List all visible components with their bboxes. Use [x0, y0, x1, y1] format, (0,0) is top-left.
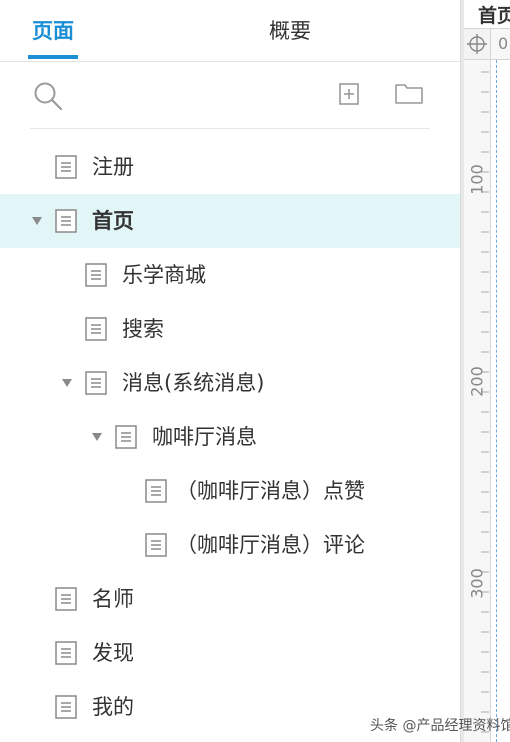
ruler-corner[interactable] — [464, 29, 491, 60]
page-icon — [85, 371, 107, 395]
ruler-top: 0 — [491, 29, 510, 60]
page-icon — [85, 263, 107, 287]
add-folder-icon — [395, 84, 423, 104]
tree-item-label: 首页 — [92, 209, 134, 233]
tree-item-label: （咖啡厅消息）点赞 — [176, 479, 365, 503]
tree-item-label: 搜索 — [122, 317, 164, 341]
tree-item-mall[interactable]: 乐学商城 — [0, 248, 460, 302]
search-icon — [34, 82, 63, 111]
caret-down-icon[interactable] — [91, 431, 103, 443]
panel-tabs: 页面 概要 — [0, 0, 460, 62]
page-icon — [55, 155, 77, 179]
add-folder-button[interactable] — [394, 81, 424, 105]
pages-panel: 页面 概要 注册 首页 乐学商城 搜索 消息(系统消息) 咖啡厅消息 （咖啡厅消… — [0, 0, 460, 742]
ruler-mark-300: 300 — [467, 568, 487, 599]
toolbar-divider — [30, 128, 430, 129]
tree-item-home[interactable]: 首页 — [0, 194, 460, 248]
pages-toolbar — [0, 62, 460, 130]
page-icon — [145, 479, 167, 503]
active-tab-indicator — [28, 55, 78, 59]
add-page-button[interactable] — [337, 82, 361, 106]
tree-item-cafe-comments[interactable]: （咖啡厅消息）评论 — [0, 518, 460, 572]
tree-item-label: 名师 — [92, 587, 134, 611]
guide-line — [496, 60, 497, 742]
tree-item-label: 咖啡厅消息 — [152, 425, 257, 449]
crosshair-icon — [467, 34, 487, 54]
tree-item-label: 我的 — [92, 695, 134, 719]
ruler-top-label: 0 — [498, 34, 509, 53]
tree-item-messages[interactable]: 消息(系统消息) — [0, 356, 460, 410]
page-icon — [55, 587, 77, 611]
tab-overview[interactable]: 概要 — [240, 0, 340, 60]
tree-item-teachers[interactable]: 名师 — [0, 572, 460, 626]
canvas-tab[interactable]: 首页 — [464, 0, 510, 29]
page-icon — [55, 209, 77, 233]
caret-down-icon[interactable] — [61, 377, 73, 389]
page-icon — [55, 641, 77, 665]
tree-item-cafe-messages[interactable]: 咖啡厅消息 — [0, 410, 460, 464]
ruler-mark-200: 200 — [467, 366, 487, 397]
tree-item-search[interactable]: 搜索 — [0, 302, 460, 356]
tree-item-cafe-likes[interactable]: （咖啡厅消息）点赞 — [0, 464, 460, 518]
search-button[interactable] — [32, 80, 66, 114]
ruler-mark-100: 100 — [467, 164, 487, 195]
page-icon — [115, 425, 137, 449]
canvas-tab-label: 首页 — [478, 5, 510, 27]
caret-down-icon[interactable] — [31, 215, 43, 227]
watermark: 头条 @产品经理资料馆 — [370, 718, 510, 734]
tree-item-label: 注册 — [92, 155, 134, 179]
tree-item-label: 发现 — [92, 641, 134, 665]
tree-item-label: （咖啡厅消息）评论 — [176, 533, 365, 557]
tree-item-register[interactable]: 注册 — [0, 140, 460, 194]
tree-item-discover[interactable]: 发现 — [0, 626, 460, 680]
tree-item-label: 乐学商城 — [122, 263, 206, 287]
page-icon — [55, 695, 77, 719]
tree-item-label: 消息(系统消息) — [122, 371, 265, 395]
canvas-area[interactable] — [491, 60, 510, 742]
ruler-left: 100 200 300 — [464, 60, 491, 742]
add-page-icon — [339, 83, 359, 105]
tab-pages[interactable]: 页面 — [18, 0, 88, 60]
page-icon — [145, 533, 167, 557]
page-icon — [85, 317, 107, 341]
